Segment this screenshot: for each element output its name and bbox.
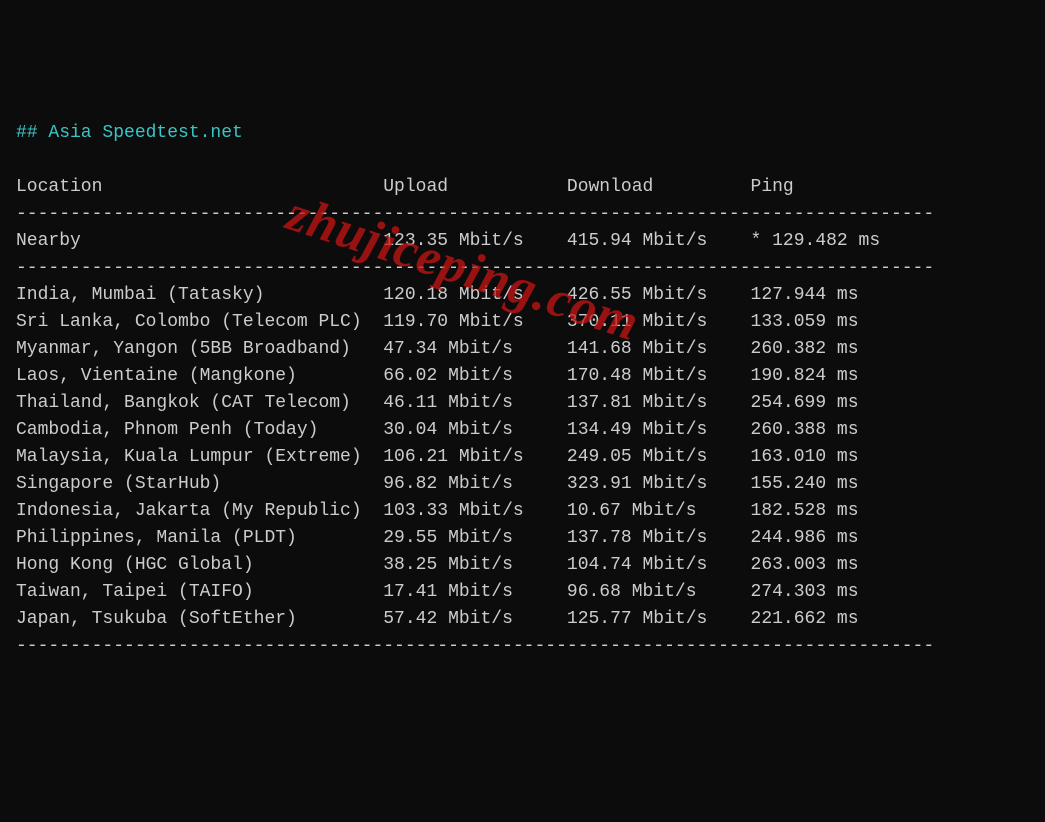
- table-row: Philippines, Manila (PLDT) 29.55 Mbit/s …: [16, 528, 859, 548]
- table-row: Taiwan, Taipei (TAIFO) 17.41 Mbit/s 96.6…: [16, 582, 859, 602]
- table-row: Malaysia, Kuala Lumpur (Extreme) 106.21 …: [16, 447, 859, 467]
- table-row: Singapore (StarHub) 96.82 Mbit/s 323.91 …: [16, 474, 859, 494]
- separator: ----------------------------------------…: [16, 258, 934, 278]
- table-row: Thailand, Bangkok (CAT Telecom) 46.11 Mb…: [16, 393, 859, 413]
- nearby-row: Nearby 123.35 Mbit/s 415.94 Mbit/s * 129…: [16, 231, 880, 251]
- table-row: Cambodia, Phnom Penh (Today) 30.04 Mbit/…: [16, 420, 859, 440]
- table-row: Japan, Tsukuba (SoftEther) 57.42 Mbit/s …: [16, 609, 859, 629]
- table-row: Laos, Vientaine (Mangkone) 66.02 Mbit/s …: [16, 366, 859, 386]
- separator: ----------------------------------------…: [16, 636, 934, 656]
- terminal-output: ## Asia Speedtest.net Location Upload Do…: [16, 120, 1029, 660]
- table-row: Indonesia, Jakarta (My Republic) 103.33 …: [16, 501, 859, 521]
- separator: ----------------------------------------…: [16, 204, 934, 224]
- table-row: India, Mumbai (Tatasky) 120.18 Mbit/s 42…: [16, 285, 859, 305]
- section-title: ## Asia Speedtest.net: [16, 123, 243, 143]
- table-row: Myanmar, Yangon (5BB Broadband) 47.34 Mb…: [16, 339, 859, 359]
- table-row: Sri Lanka, Colombo (Telecom PLC) 119.70 …: [16, 312, 859, 332]
- header-row: Location Upload Download Ping: [16, 177, 794, 197]
- table-row: Hong Kong (HGC Global) 38.25 Mbit/s 104.…: [16, 555, 859, 575]
